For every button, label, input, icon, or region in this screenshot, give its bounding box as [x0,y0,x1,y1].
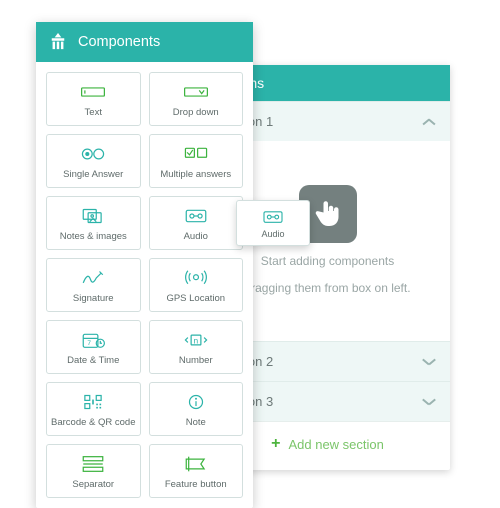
tile-label: Date & Time [67,355,119,366]
tile-label: Note [186,417,206,428]
tile-label: Signature [73,293,114,304]
drag-ghost-label: Audio [261,229,284,239]
components-title: Components [78,34,160,50]
tile-label: GPS Location [166,293,225,304]
svg-text:7: 7 [88,339,92,346]
cassette-icon [261,208,285,226]
drop-hint-line1: Start adding components [261,253,394,270]
radio-icon [80,143,106,165]
tile-dropdown[interactable]: Drop down [149,72,244,126]
add-section-label: Add new section [288,437,383,452]
chevron-down-icon [422,395,436,409]
tile-label: Single Answer [63,169,123,180]
qr-icon [80,391,106,413]
ribbon-icon [183,453,209,475]
info-icon [183,391,209,413]
signature-icon [80,267,106,289]
plus-icon: + [271,436,280,452]
tile-label: Number [179,355,213,366]
tile-date-time[interactable]: 7 Date & Time [46,320,141,374]
tile-label: Audio [184,231,208,242]
components-header: Components [36,22,253,62]
tile-separator[interactable]: Separator [46,444,141,498]
gps-icon [183,267,209,289]
tile-text[interactable]: Text [46,72,141,126]
tile-label: Notes & images [60,231,127,242]
tile-label: Drop down [173,107,219,118]
text-field-icon [80,81,106,103]
tile-multiple-answers[interactable]: Multiple answers [149,134,244,188]
tile-label: Text [85,107,102,118]
number-icon: n [183,329,209,351]
chevron-up-icon [422,115,436,129]
components-icon [48,32,68,52]
tile-label: Barcode & QR code [51,417,136,428]
calendar-icon: 7 [80,329,106,351]
tile-number[interactable]: n Number [149,320,244,374]
chevron-down-icon [422,355,436,369]
components-grid: Text Drop down Single Answer Multiple an… [36,62,253,508]
cassette-icon [183,205,209,227]
separator-icon [80,453,106,475]
tile-feature-button[interactable]: Feature button [149,444,244,498]
tile-barcode[interactable]: Barcode & QR code [46,382,141,436]
images-icon [80,205,106,227]
tile-gps[interactable]: GPS Location [149,258,244,312]
tile-note[interactable]: Note [149,382,244,436]
tile-notes-images[interactable]: Notes & images [46,196,141,250]
tile-audio[interactable]: Audio [149,196,244,250]
tile-signature[interactable]: Signature [46,258,141,312]
svg-text:n: n [193,336,198,345]
dropdown-icon [183,81,209,103]
tile-label: Feature button [165,479,227,490]
tile-label: Multiple answers [160,169,231,180]
components-panel: Components Text Drop down Single Answer … [36,22,253,508]
checkbox-icon [183,143,209,165]
drop-hint-line2: dragging them from box on left. [244,280,410,297]
drag-ghost-tile[interactable]: Audio [236,200,310,246]
tile-single-answer[interactable]: Single Answer [46,134,141,188]
tile-label: Separator [72,479,114,490]
